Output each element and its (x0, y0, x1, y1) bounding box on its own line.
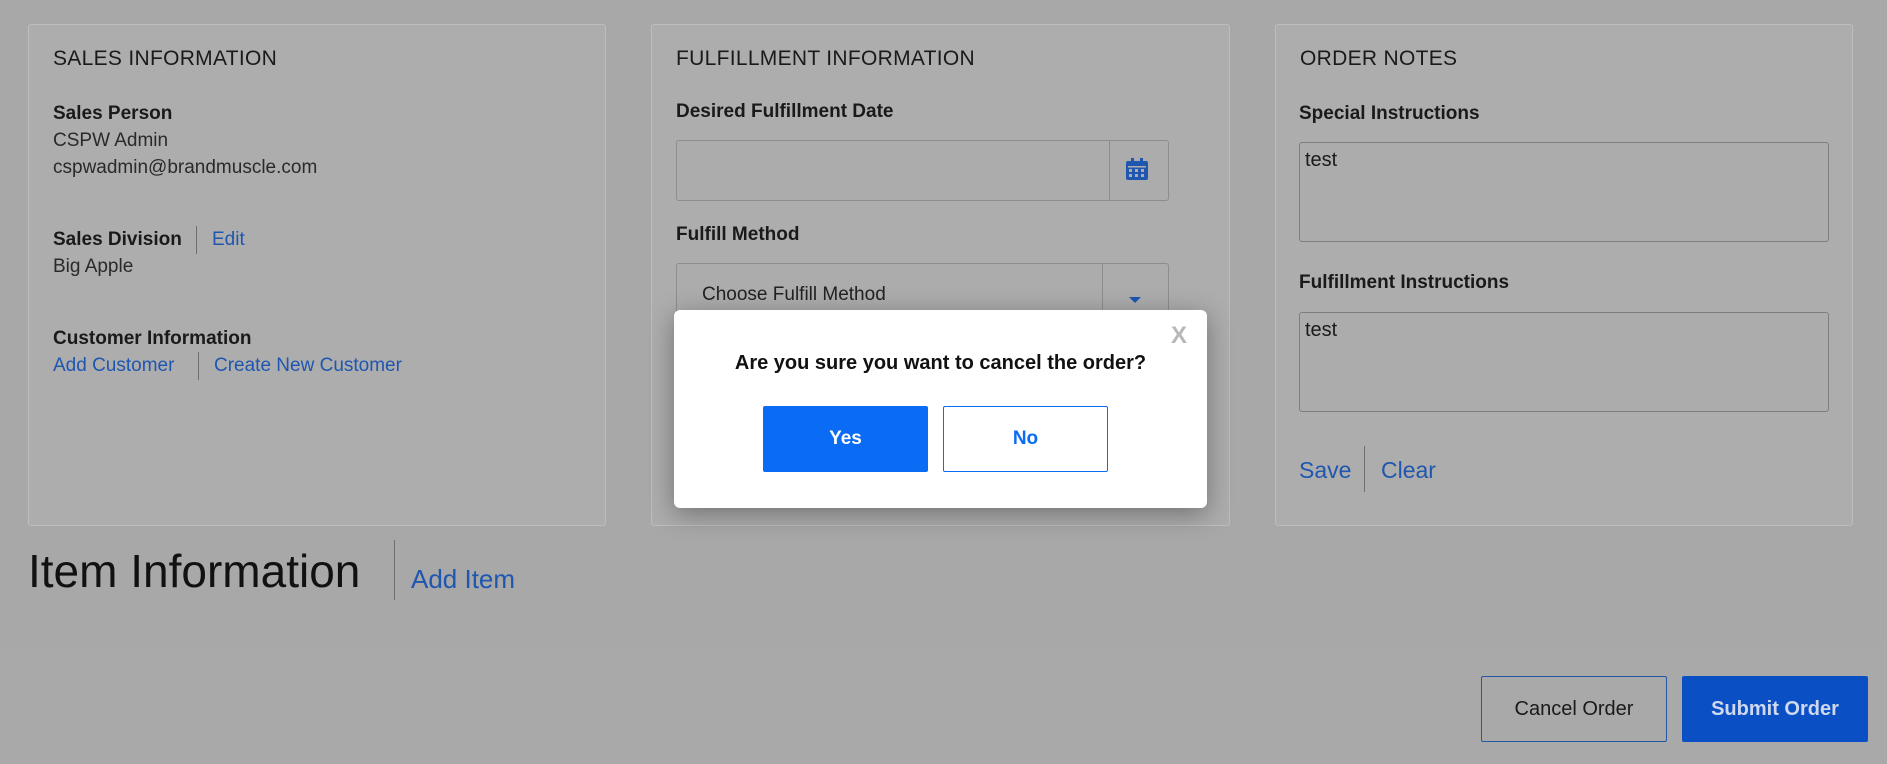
caret-down-icon[interactable] (1128, 291, 1142, 309)
sales-information-title: SALES INFORMATION (53, 47, 278, 70)
save-notes-link[interactable]: Save (1299, 457, 1351, 484)
sales-information-panel: SALES INFORMATION Sales Person CSPW Admi… (28, 24, 606, 526)
add-item-link[interactable]: Add Item (411, 564, 515, 595)
divider (198, 352, 199, 380)
fulfill-method-value: Choose Fulfill Method (702, 284, 886, 305)
sales-person-name: CSPW Admin (53, 130, 169, 151)
special-instructions-label: Special Instructions (1299, 103, 1480, 124)
clear-notes-link[interactable]: Clear (1381, 457, 1436, 484)
divider (394, 540, 395, 600)
sales-person-email: cspwadmin@brandmuscle.com (53, 157, 318, 178)
sales-division-value: Big Apple (53, 256, 134, 277)
divider (196, 226, 197, 254)
sales-division-label: Sales Division (53, 229, 182, 250)
customer-information-label: Customer Information (53, 328, 252, 349)
fulfillment-instructions-value: test (1305, 319, 1338, 341)
footer-bar: Cancel Order Submit Order (0, 646, 1887, 764)
order-notes-title: ORDER NOTES (1300, 47, 1458, 70)
special-instructions-value: test (1305, 149, 1338, 171)
item-information-title: Item Information (28, 545, 361, 597)
confirm-question: Are you sure you want to cancel the orde… (734, 352, 1147, 374)
cancel-order-button[interactable]: Cancel Order (1481, 676, 1667, 742)
fulfill-method-label: Fulfill Method (676, 224, 800, 245)
fulfillment-information-title: FULFILLMENT INFORMATION (676, 47, 975, 70)
divider (1364, 446, 1365, 492)
cancel-order-confirm-dialog: X Are you sure you want to cancel the or… (674, 310, 1207, 508)
fulfillment-instructions-textarea[interactable]: test (1299, 312, 1829, 412)
divider (1109, 141, 1110, 200)
desired-fulfillment-date-input[interactable] (676, 140, 1169, 201)
add-customer-link[interactable]: Add Customer (53, 355, 174, 377)
calendar-icon[interactable] (1124, 158, 1150, 187)
sales-person-label: Sales Person (53, 103, 173, 124)
edit-division-link[interactable]: Edit (212, 229, 245, 251)
desired-fulfillment-date-label: Desired Fulfillment Date (676, 101, 894, 122)
special-instructions-textarea[interactable]: test (1299, 142, 1829, 242)
close-icon[interactable]: X (1171, 322, 1187, 350)
fulfillment-instructions-label: Fulfillment Instructions (1299, 272, 1510, 293)
yes-button[interactable]: Yes (763, 406, 928, 472)
order-notes-panel: ORDER NOTES Special Instructions test Fu… (1275, 24, 1853, 526)
submit-order-button[interactable]: Submit Order (1682, 676, 1868, 742)
create-new-customer-link[interactable]: Create New Customer (214, 355, 402, 377)
no-button[interactable]: No (943, 406, 1108, 472)
